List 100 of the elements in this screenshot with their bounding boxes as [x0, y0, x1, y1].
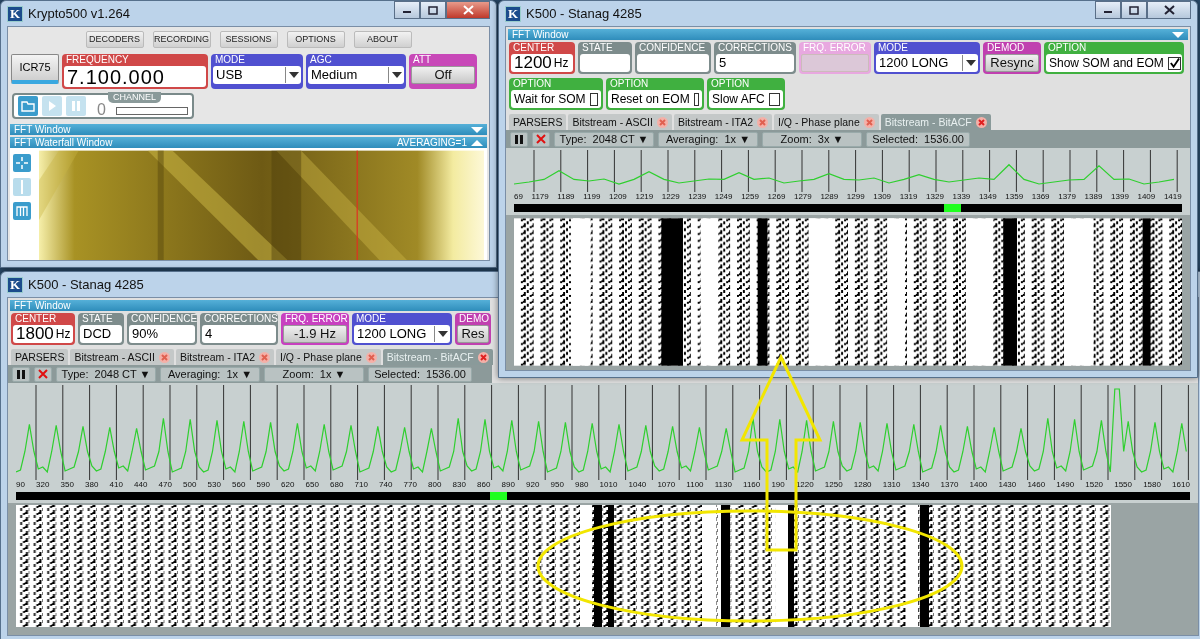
channel-label: CHANNEL	[108, 92, 161, 103]
close-icon[interactable]	[477, 351, 489, 363]
action-button[interactable]: Resync	[985, 54, 1039, 72]
checkbox[interactable]	[589, 92, 598, 106]
app-logo: K	[7, 5, 23, 22]
axis-label: 1280	[853, 480, 872, 490]
axis-label: 1070	[657, 480, 676, 490]
close-icon	[1163, 5, 1175, 15]
close-icon[interactable]	[365, 351, 377, 363]
action-button[interactable]: Res	[457, 325, 489, 343]
tab[interactable]: I/Q - Phase plane	[774, 114, 879, 130]
value-text: 1200	[514, 54, 552, 72]
crosshair-icon	[16, 157, 28, 169]
tab[interactable]: Bitstream - ITA2	[673, 114, 772, 130]
window-title: Krypto500 v1.264	[28, 4, 130, 23]
scrollbar[interactable]	[16, 492, 1190, 500]
close-icon[interactable]	[656, 116, 668, 128]
pause-button[interactable]	[12, 366, 30, 382]
radio-button[interactable]: ICR75	[11, 54, 59, 84]
dropdown[interactable]: Medium	[308, 66, 404, 84]
axis-label: 650	[305, 480, 319, 490]
action-button[interactable]: -1.9 Hz	[283, 325, 347, 343]
parsers-tab[interactable]: PARSERS	[11, 349, 69, 365]
menu-button[interactable]: OPTIONS	[286, 31, 345, 48]
dropdown-button[interactable]: Averaging: 1x ▼	[160, 366, 260, 382]
axis-label: 1299	[846, 192, 865, 202]
axis-label: 920	[526, 480, 540, 490]
dropdown-button[interactable]: Zoom: 1x ▼	[264, 366, 364, 382]
menu-button[interactable]: SESSIONS	[219, 31, 278, 48]
axis-label: 1249	[714, 192, 733, 202]
minimize-button[interactable]	[1095, 1, 1121, 19]
axis-label: 1409	[1137, 192, 1156, 202]
line-icon	[20, 180, 24, 194]
scroll-thumb[interactable]	[490, 492, 507, 500]
tab[interactable]: Bitstream - ASCII	[70, 349, 174, 365]
folder-button[interactable]	[18, 96, 38, 116]
caret-icon	[965, 60, 976, 66]
dropdown-button[interactable]: Type: 2048 CT ▼	[554, 131, 654, 147]
menu-button[interactable]: RECORDING	[152, 31, 211, 48]
parsers-tab[interactable]: PARSERS	[509, 114, 567, 130]
axis-label: 980	[575, 480, 589, 490]
scrollbar[interactable]	[514, 204, 1182, 212]
maximize-button[interactable]	[420, 1, 446, 19]
axis-label: 1309	[873, 192, 892, 202]
close-icon[interactable]	[863, 116, 875, 128]
dropdown[interactable]: USB	[213, 66, 301, 84]
field-label: MODE	[214, 54, 246, 66]
marker-button[interactable]	[13, 178, 31, 196]
axis-label: 380	[85, 480, 99, 490]
dropdown[interactable]: 1200 LONG	[354, 325, 450, 343]
panel-title: FFT Window	[14, 300, 71, 311]
menu-button[interactable]: ABOUT	[353, 31, 412, 48]
tab[interactable]: I/Q - Phase plane	[276, 349, 381, 365]
checkbox[interactable]	[1167, 56, 1181, 70]
axis-label: 1199	[583, 192, 601, 202]
crosshair-button[interactable]	[13, 154, 31, 172]
axis-label: 1490	[1056, 480, 1075, 490]
checkbox[interactable]	[768, 92, 780, 106]
selected-readout: Selected: 1536.00	[866, 131, 970, 147]
scroll-thumb[interactable]	[944, 204, 961, 212]
axis-label: 1289	[820, 192, 839, 202]
comb-button[interactable]	[13, 202, 31, 220]
axis-label: 1229	[661, 192, 680, 202]
axis-label: 800	[428, 480, 442, 490]
axis-label: 470	[158, 480, 172, 490]
tab[interactable]: Bitstream - ITA2	[175, 349, 274, 365]
value-field: 7.100.000	[64, 66, 206, 87]
checkbox[interactable]	[693, 92, 699, 106]
axis-label: 1419	[1163, 192, 1182, 202]
close-icon[interactable]	[158, 351, 170, 363]
axis-label: 1349	[978, 192, 997, 202]
axis-label: 1370	[940, 480, 959, 490]
action-button[interactable]: Off	[411, 66, 475, 84]
close-button[interactable]	[1147, 1, 1191, 19]
axis-label: 1310	[882, 480, 901, 490]
option-label: Show SOM and EOM	[1049, 55, 1164, 72]
caret-icon	[437, 331, 448, 337]
pause-button[interactable]	[510, 131, 528, 147]
dropdown-button[interactable]: Type: 2048 CT ▼	[56, 366, 156, 382]
axis-label: 1219	[635, 192, 654, 202]
dropdown-button[interactable]: Zoom: 3x ▼	[762, 131, 862, 147]
dropdown[interactable]: 1200 LONG	[876, 54, 978, 72]
tab[interactable]: Bitstream - ASCII	[568, 114, 672, 130]
maximize-button[interactable]	[1121, 1, 1147, 19]
axis-label: 1329	[926, 192, 944, 202]
axis-label: 1400	[969, 480, 988, 490]
axis-label: 770	[403, 480, 417, 490]
minimize-button[interactable]	[394, 1, 420, 19]
menu-button[interactable]: DECODERS	[85, 31, 144, 48]
field-label: FREQUENCY	[65, 54, 130, 66]
close-icon[interactable]	[975, 116, 987, 128]
close-icon[interactable]	[259, 351, 270, 363]
axis-label: 1209	[609, 192, 627, 202]
averaging-label: AVERAGING=1	[396, 137, 467, 148]
axis-label: 1250	[824, 480, 843, 490]
dropdown-button[interactable]: Averaging: 1x ▼	[658, 131, 758, 147]
field-label: AGC	[309, 54, 333, 66]
axis-label: 440	[134, 480, 148, 490]
close-icon[interactable]	[757, 116, 768, 128]
field-label: MODE	[877, 42, 909, 54]
